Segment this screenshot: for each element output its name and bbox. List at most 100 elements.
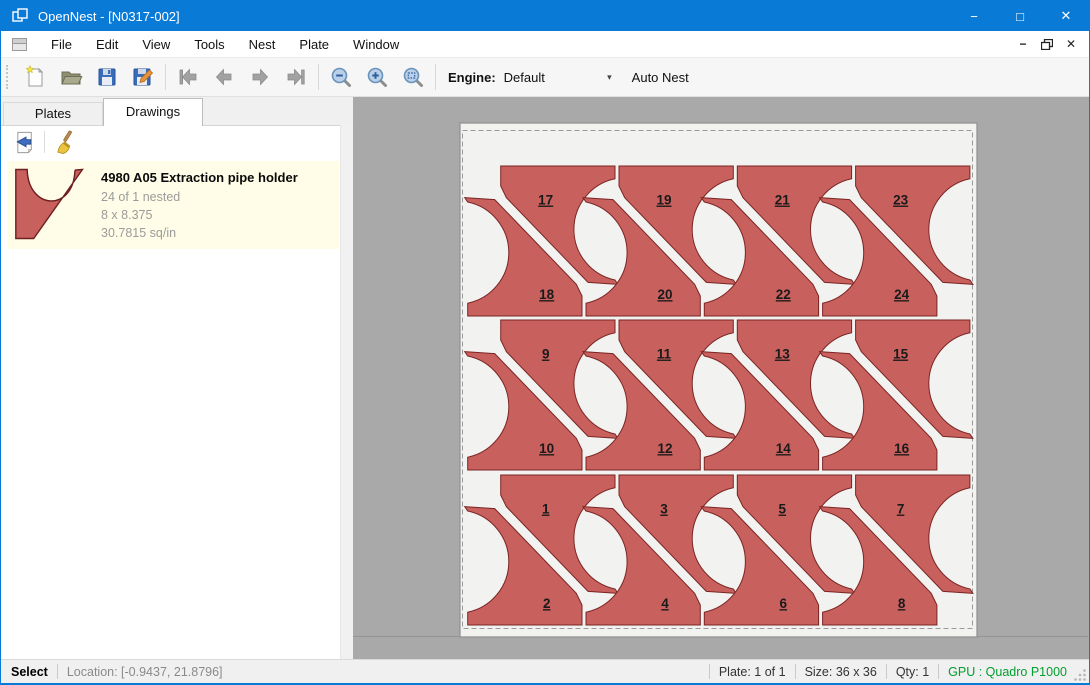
menu-tools[interactable]: Tools [182,33,236,56]
menu-bar: File Edit View Tools Nest Plate Window −… [1,31,1089,58]
zoom-in-icon [365,65,389,89]
part-number-label: 17 [538,193,553,208]
clear-drawings-button[interactable] [48,128,80,156]
part-number-label: 14 [776,441,792,456]
status-plate: Plate: 1 of 1 [719,665,786,679]
auto-nest-button[interactable]: Auto Nest [622,66,699,89]
part-number-label: 10 [539,441,554,456]
drawing-title: 4980 A05 Extraction pipe holder [101,170,298,185]
zoom-in-button[interactable] [359,61,395,93]
toolbar-separator [165,64,166,90]
new-button[interactable] [17,61,53,93]
next-arrow-icon [248,65,272,89]
broom-icon [52,130,77,155]
previous-plate-button[interactable] [206,61,242,93]
title-bar: OpenNest - [N0317-002] − □ ✕ [1,1,1089,31]
save-edit-button[interactable] [125,61,161,93]
app-icon [12,8,28,24]
open-button[interactable] [53,61,89,93]
part-number-label: 19 [656,193,671,208]
part-number-label: 7 [897,502,905,517]
engine-select[interactable]: Default ▾ [504,65,616,89]
toolbar-separator [435,64,436,90]
part-number-label: 16 [894,441,910,456]
engine-selected-value: Default [504,70,603,85]
open-folder-icon [59,65,83,89]
window-title: OpenNest - [N0317-002] [38,9,951,24]
tab-plates[interactable]: Plates [3,102,103,125]
drawing-area: 30.7815 sq/in [101,225,298,243]
status-mode: Select [11,665,48,679]
save-edit-icon [131,65,155,89]
drawing-size: 8 x 8.375 [101,207,298,225]
first-plate-button[interactable] [170,61,206,93]
part-thumbnail [15,168,85,242]
import-drawing-button[interactable] [9,128,41,156]
previous-arrow-icon [212,65,236,89]
part-number-label: 1 [542,502,550,517]
panel-scrollbar[interactable] [340,125,353,659]
mdi-close-button[interactable]: ✕ [1059,34,1083,54]
engine-label: Engine: [448,70,496,85]
part-number-label: 15 [893,347,909,362]
resize-grip[interactable] [1073,668,1087,682]
import-arrow-icon [13,130,38,155]
part-number-label: 9 [542,347,550,362]
status-gpu: GPU : Quadro P1000 [948,665,1067,679]
panel-tabstrip: Plates Drawings [1,97,353,126]
part-number-label: 3 [660,502,668,517]
toolbar-grip[interactable] [6,65,12,89]
status-size: Size: 36 x 36 [805,665,877,679]
menu-window[interactable]: Window [341,33,411,56]
chevron-down-icon: ▾ [603,72,616,83]
main-toolbar: Engine: Default ▾ Auto Nest [1,58,1089,97]
zoom-fit-button[interactable] [395,61,431,93]
drawings-toolbar [1,126,353,158]
close-button[interactable]: ✕ [1043,1,1089,31]
part-number-label: 6 [780,596,788,611]
zoom-out-button[interactable] [323,61,359,93]
last-arrow-icon [284,65,308,89]
drawing-list-item[interactable]: 4980 A05 Extraction pipe holder 24 of 1 … [7,161,339,249]
mdi-document-icon[interactable] [12,38,27,51]
zoom-out-icon [329,65,353,89]
part-number-label: 2 [543,596,551,611]
part-number-label: 5 [779,502,787,517]
app-window: OpenNest - [N0317-002] − □ ✕ File Edit V… [0,0,1090,685]
part-number-label: 18 [539,287,555,302]
mdi-restore-button[interactable] [1035,34,1059,54]
save-button[interactable] [89,61,125,93]
maximize-button[interactable]: □ [997,1,1043,31]
part-number-label: 11 [657,347,672,362]
new-document-icon [23,65,47,89]
part-number-label: 21 [775,193,791,208]
save-icon [95,65,119,89]
menu-edit[interactable]: Edit [84,33,130,56]
nest-canvas[interactable]: 171819202122232491011121314151612345678 [353,97,1089,659]
part-number-label: 22 [776,287,791,302]
status-location: Location: [-0.9437, 21.8796] [67,665,223,679]
menu-plate[interactable]: Plate [287,33,341,56]
subtoolbar-separator [44,131,45,153]
part-number-label: 8 [898,596,906,611]
part-number-label: 4 [661,596,669,611]
nest-view: 171819202122232491011121314151612345678 [353,97,1088,663]
last-plate-button[interactable] [278,61,314,93]
menu-view[interactable]: View [130,33,182,56]
mdi-minimize-button[interactable]: − [1011,34,1035,54]
part-number-label: 24 [894,287,910,302]
status-qty: Qty: 1 [896,665,929,679]
zoom-fit-icon [401,65,425,89]
left-panel: Plates Drawings [1,97,353,659]
part-number-label: 20 [657,287,672,302]
minimize-button[interactable]: − [951,1,997,31]
part-number-label: 12 [657,441,672,456]
first-arrow-icon [176,65,200,89]
menu-nest[interactable]: Nest [237,33,288,56]
toolbar-separator [318,64,319,90]
restore-icon [1041,39,1053,50]
tab-drawings[interactable]: Drawings [103,98,203,126]
next-plate-button[interactable] [242,61,278,93]
part-number-label: 13 [775,347,791,362]
menu-file[interactable]: File [39,33,84,56]
